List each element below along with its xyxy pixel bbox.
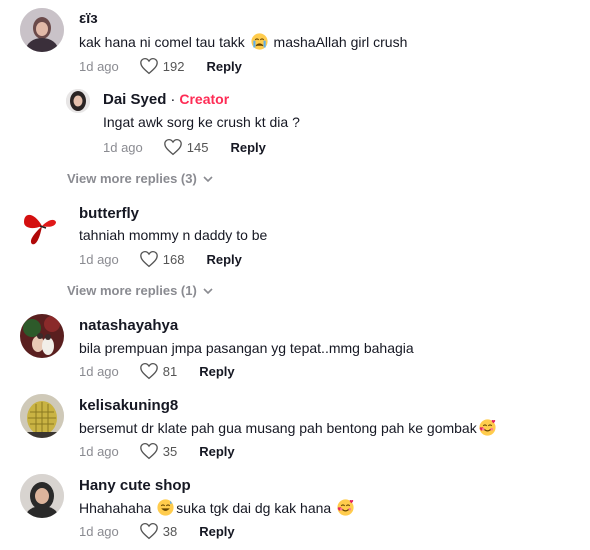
reply-button[interactable]: Reply [206,59,241,74]
separator-dot: · [170,91,176,108]
like-button[interactable]: 38 [139,522,177,540]
like-count: 35 [162,443,178,459]
like-button[interactable]: 35 [139,442,177,460]
comment-text-part: mashaAllah girl crush [269,34,408,50]
comment-text: Hhahahaha suka tgk dai dg kak hana [79,499,356,516]
comment-meta: 1d ago 192 Reply [79,57,242,75]
reply-button[interactable]: Reply [199,364,234,379]
reply-username[interactable]: Dai Syed [103,91,166,108]
avatar[interactable] [20,8,64,52]
comment-username[interactable]: butterfly [79,205,139,222]
heart-icon [139,442,158,460]
reply-username-row: Dai Syed · Creator [103,91,229,108]
creator-badge: Creator [179,91,230,107]
comment-time: 1d ago [79,443,119,459]
avatar[interactable] [20,394,64,438]
view-more-label: View more replies (1) [67,283,197,298]
heart-icon [163,138,182,156]
reply-button[interactable]: Reply [230,140,265,155]
comment-text: tahniah mommy n daddy to be [79,227,268,243]
comment-list: εïз kak hana ni comel tau takk mashaAlla… [0,0,590,550]
like-button[interactable]: 192 [139,57,185,75]
avatar[interactable] [20,474,64,518]
like-count: 168 [162,251,185,267]
view-more-label: View more replies (3) [67,171,197,186]
comment-time: 1d ago [79,523,119,539]
heart-icon [139,250,158,268]
comment-item: natashayahya bila prempuan jmpa pasangan… [0,308,590,388]
reply-meta: 1d ago 145 Reply [103,138,266,156]
heart-icon [139,362,158,380]
reply-text: Ingat awk sorg ke crush kt dia ? [103,114,300,130]
view-more-replies[interactable]: View more replies (3) [67,171,214,186]
reply-button[interactable]: Reply [199,444,234,459]
like-button[interactable]: 145 [163,138,209,156]
creator-reply: Dai Syed · Creator Ingat awk sorg ke crush… [0,85,590,157]
comment-meta: 1d ago 168 Reply [79,250,242,268]
comment-text: bersemut dr klate pah gua musang pah ben… [79,419,498,436]
smiling-face-with-hearts-emoji [479,419,496,436]
like-count: 81 [162,363,178,379]
comment-time: 1d ago [79,251,119,267]
smiling-face-with-hearts-emoji [337,499,354,516]
chevron-down-icon [203,287,213,294]
comment-text-part: Hhahahaha [79,500,156,516]
comment-text-part: suka tgk dai dg kak hana [176,500,336,516]
comment-item: kelisakuning8 bersemut dr klate pah gua … [0,388,590,468]
reply-button[interactable]: Reply [206,252,241,267]
like-count: 38 [162,523,178,539]
heart-icon [139,57,158,75]
comment-meta: 1d ago 35 Reply [79,442,235,460]
comment-time: 1d ago [79,58,119,74]
comment-username[interactable]: natashayahya [79,317,178,334]
grinning-sweat-emoji [157,499,174,516]
reply-button[interactable]: Reply [199,524,234,539]
avatar[interactable] [66,89,90,113]
comment-item: butterfly tahniah mommy n daddy to be 1d… [0,196,590,276]
chevron-down-icon [203,175,213,182]
comment-meta: 1d ago 38 Reply [79,522,235,540]
comment-text-part: bersemut dr klate pah gua musang pah ben… [79,420,477,436]
comment-username[interactable]: Hany cute shop [79,477,191,494]
comment-text-part: kak hana ni comel tau takk [79,34,249,50]
comment-meta: 1d ago 81 Reply [79,362,235,380]
comment-text: bila prempuan jmpa pasangan yg tepat..mm… [79,340,414,356]
comment-text: kak hana ni comel tau takk mashaAllah gi… [79,33,407,50]
comment-username[interactable]: kelisakuning8 [79,397,178,414]
comment-time: 1d ago [79,363,119,379]
avatar[interactable] [20,314,64,358]
avatar[interactable] [20,204,64,248]
like-count: 192 [162,58,185,74]
view-more-replies[interactable]: View more replies (1) [67,283,214,298]
comment-username[interactable]: εïз [79,10,98,27]
like-button[interactable]: 168 [139,250,185,268]
comment-item: Hany cute shop Hhahahaha suka tgk dai dg… [0,468,590,550]
like-count: 145 [186,139,209,155]
reply-time: 1d ago [103,139,143,155]
like-button[interactable]: 81 [139,362,177,380]
comment-item: εïз kak hana ni comel tau takk mashaAlla… [0,0,590,80]
crying-face-emoji [251,33,268,50]
heart-icon [139,522,158,540]
